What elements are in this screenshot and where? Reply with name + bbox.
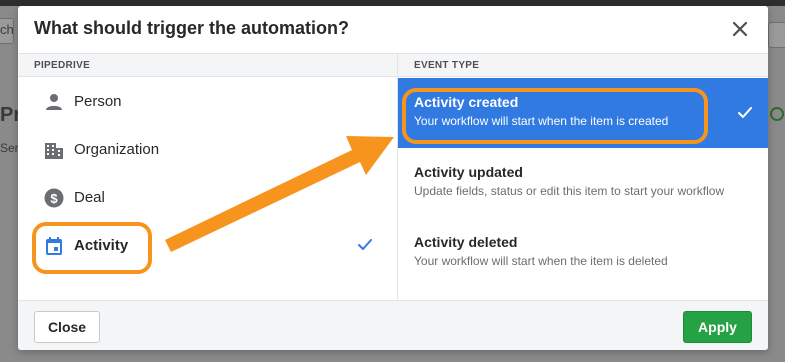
entity-label: Organization: [74, 141, 160, 158]
background-fragment-subtext: Ser: [0, 141, 19, 155]
event-column-header: EVENT TYPE: [398, 54, 768, 77]
event-title: Activity updated: [414, 164, 523, 180]
event-title: Activity deleted: [414, 234, 518, 250]
apply-button[interactable]: Apply: [683, 311, 752, 343]
entity-item-deal[interactable]: $ Deal: [18, 174, 397, 222]
event-item-updated[interactable]: Activity updated Update fields, status o…: [398, 148, 768, 218]
background-right-button: [768, 22, 785, 48]
event-item-deleted[interactable]: Activity deleted Your workflow will star…: [398, 218, 768, 288]
check-icon: [358, 239, 372, 250]
close-button[interactable]: Close: [34, 311, 100, 343]
entity-item-organization[interactable]: Organization: [18, 126, 397, 174]
event-item-created[interactable]: Activity created Your workflow will star…: [398, 78, 768, 148]
event-column: EVENT TYPE Activity created Your workflo…: [398, 54, 768, 300]
entity-column: PIPEDRIVE Person Organization $ Deal Act…: [18, 54, 398, 300]
entity-item-activity[interactable]: Activity: [18, 222, 397, 270]
building-icon: [45, 143, 63, 159]
modal-footer: Close Apply: [18, 300, 768, 350]
background-fragment-top-left: ch: [0, 22, 14, 37]
entity-label: Deal: [74, 189, 105, 206]
person-icon: [46, 94, 62, 110]
check-icon: [738, 107, 752, 118]
dollar-icon: $: [44, 188, 64, 208]
entity-label: Activity: [74, 237, 129, 254]
close-icon[interactable]: [730, 19, 750, 39]
svg-text:$: $: [50, 191, 58, 206]
event-description: Your workflow will start when the item i…: [414, 114, 669, 128]
event-title: Activity created: [414, 94, 519, 110]
event-description: Update fields, status or edit this item …: [414, 184, 725, 198]
event-description: Your workflow will start when the item i…: [414, 254, 668, 268]
calendar-icon: [46, 237, 62, 255]
entity-column-header: PIPEDRIVE: [18, 54, 397, 77]
entity-item-person[interactable]: Person: [18, 78, 397, 126]
background-clock-icon: [770, 107, 784, 121]
entity-label: Person: [74, 93, 122, 110]
modal-title: What should trigger the automation?: [34, 18, 349, 38]
modal-header: What should trigger the automation?: [18, 6, 768, 54]
trigger-modal: What should trigger the automation? PIPE…: [18, 6, 768, 350]
